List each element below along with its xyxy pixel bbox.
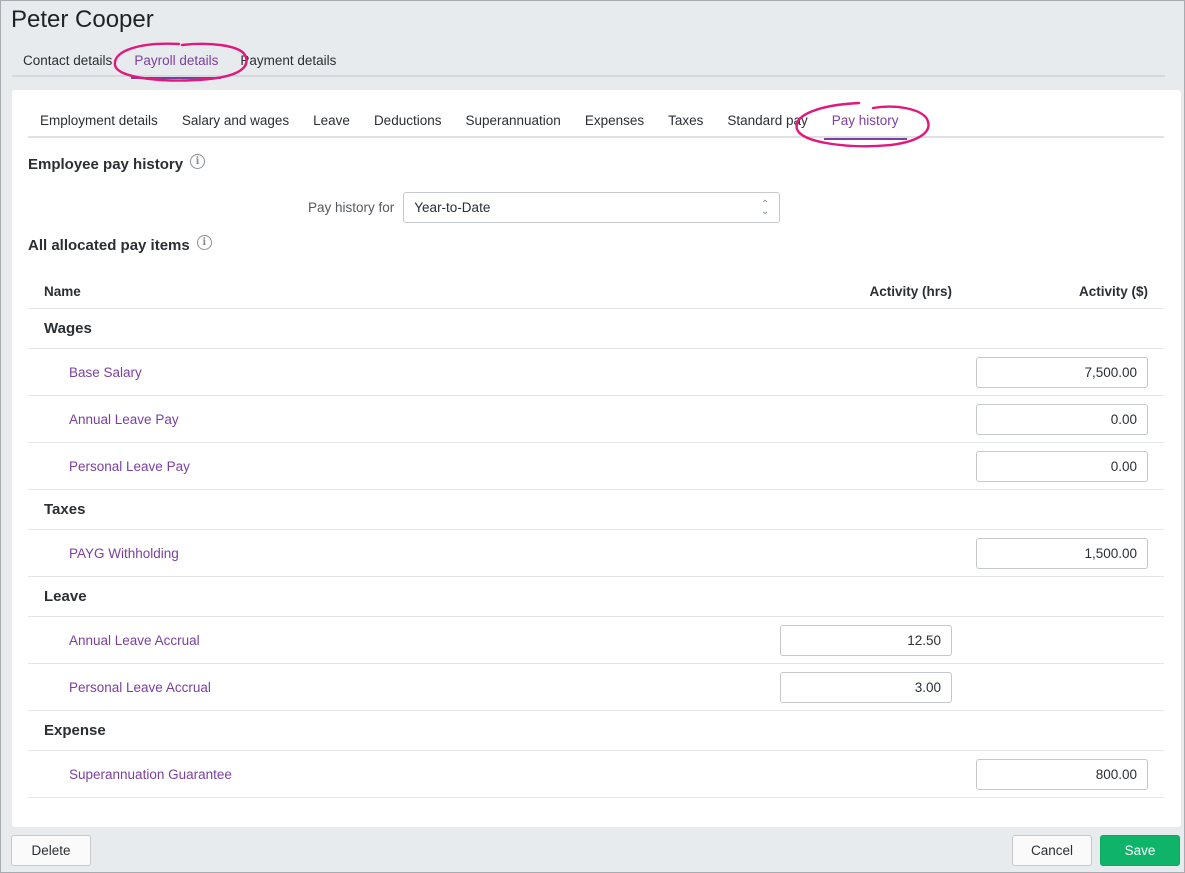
tab-superannuation[interactable]: Superannuation — [453, 106, 572, 138]
tab-taxes[interactable]: Taxes — [656, 106, 715, 138]
top-tabs: Contact details Payroll details Payment … — [12, 47, 1165, 79]
activity-hours-input[interactable] — [780, 671, 952, 703]
pay-items-table: Name Activity (hrs) Activity ($) Wages B… — [28, 274, 1164, 798]
pay-history-period-select[interactable]: Year-to-Date ⌃ ⌄ — [403, 192, 781, 223]
table-row: PAYG Withholding — [28, 530, 1164, 577]
pay-item-link[interactable]: Annual Leave Accrual — [28, 633, 764, 648]
table-row: Superannuation Guarantee — [28, 751, 1164, 798]
tab-contact-details[interactable]: Contact details — [12, 47, 123, 77]
pay-item-link[interactable]: Superannuation Guarantee — [28, 767, 764, 782]
table-header: Name Activity (hrs) Activity ($) — [28, 274, 1164, 309]
column-header-activity-amount: Activity ($) — [1078, 283, 1148, 299]
payroll-sub-tabs: Employment details Salary and wages Leav… — [28, 106, 1164, 140]
group-row-wages: Wages — [28, 309, 1164, 349]
employee-pay-history-heading: Employee pay history i — [28, 154, 206, 173]
page-title: Peter Cooper — [11, 6, 154, 33]
tab-payroll-details[interactable]: Payroll details — [123, 47, 229, 79]
activity-amount-input[interactable] — [976, 450, 1148, 482]
tab-payment-details[interactable]: Payment details — [229, 47, 347, 77]
group-row-leave: Leave — [28, 577, 1164, 617]
table-row: Personal Leave Pay — [28, 443, 1164, 490]
tab-standard-pay[interactable]: Standard pay — [715, 106, 819, 138]
activity-amount-input[interactable] — [976, 356, 1148, 388]
table-row: Base Salary — [28, 349, 1164, 396]
pay-item-link[interactable]: Annual Leave Pay — [28, 412, 764, 427]
info-icon[interactable]: i — [190, 154, 206, 169]
tab-employment-details[interactable]: Employment details — [28, 106, 170, 138]
group-row-expense: Expense — [28, 711, 1164, 751]
cancel-button[interactable]: Cancel — [1012, 835, 1092, 866]
payroll-details-panel: Employment details Salary and wages Leav… — [12, 90, 1181, 827]
activity-amount-input[interactable] — [976, 403, 1148, 435]
all-allocated-pay-items-title: All allocated pay items — [28, 237, 190, 254]
pay-history-filter: Pay history for Year-to-Date ⌃ ⌄ — [308, 192, 781, 223]
delete-button[interactable]: Delete — [11, 835, 91, 866]
column-header-activity-hrs: Activity (hrs) — [869, 283, 952, 299]
activity-amount-input[interactable] — [976, 758, 1148, 790]
column-header-name: Name — [44, 283, 81, 299]
pay-item-link[interactable]: Personal Leave Accrual — [28, 680, 764, 695]
tab-salary-and-wages[interactable]: Salary and wages — [170, 106, 301, 138]
pay-history-for-label: Pay history for — [308, 200, 395, 215]
activity-hours-input[interactable] — [780, 624, 952, 656]
group-row-taxes: Taxes — [28, 490, 1164, 530]
table-row: Annual Leave Pay — [28, 396, 1164, 443]
tab-pay-history[interactable]: Pay history — [820, 106, 911, 140]
table-row: Personal Leave Accrual — [28, 664, 1164, 711]
activity-amount-input[interactable] — [976, 537, 1148, 569]
all-allocated-pay-items-heading: All allocated pay items i — [28, 235, 212, 254]
pay-item-link[interactable]: Personal Leave Pay — [28, 459, 764, 474]
tab-expenses[interactable]: Expenses — [573, 106, 656, 138]
save-button[interactable]: Save — [1100, 835, 1180, 866]
info-icon[interactable]: i — [196, 235, 212, 250]
pay-history-period-value: Year-to-Date — [414, 200, 491, 215]
tab-deductions[interactable]: Deductions — [362, 106, 454, 138]
pay-item-link[interactable]: Base Salary — [28, 365, 764, 380]
table-row: Annual Leave Accrual — [28, 617, 1164, 664]
employee-pay-history-title: Employee pay history — [28, 156, 184, 173]
pay-item-link[interactable]: PAYG Withholding — [28, 546, 764, 561]
select-chevron-icon: ⌃ ⌄ — [760, 198, 770, 217]
tab-leave[interactable]: Leave — [301, 106, 362, 138]
